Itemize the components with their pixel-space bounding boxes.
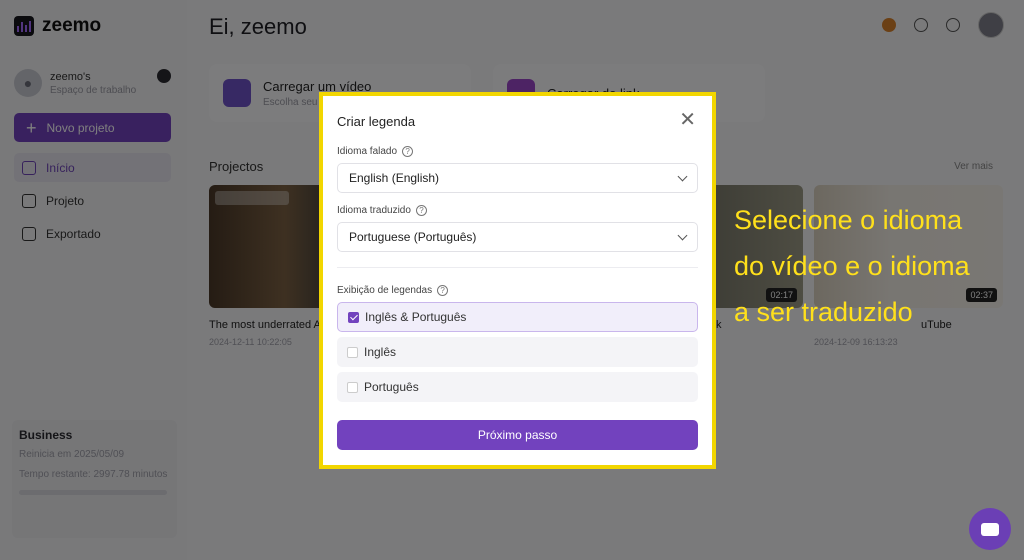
close-icon[interactable]: ✕ — [679, 110, 696, 130]
help-icon[interactable]: ? — [402, 146, 414, 157]
spoken-language-text: Idioma falado — [337, 146, 398, 157]
caption-line: a ser traduzido — [734, 297, 913, 327]
translated-language-text: Idioma traduzido — [337, 205, 411, 216]
chevron-down-icon — [677, 171, 688, 181]
translated-language-label: Idioma traduzido ? — [337, 205, 427, 216]
dialog-title: Criar legenda — [337, 114, 416, 129]
checkbox-checked[interactable] — [348, 311, 359, 323]
subtitle-display-text: Exibição de legendas — [337, 285, 433, 296]
caption-line: do vídeo e o idioma — [734, 251, 970, 281]
help-icon[interactable]: ? — [437, 285, 449, 296]
option-label: Inglês — [364, 345, 397, 359]
subtitle-display-label: Exibição de legendas ? — [337, 285, 449, 296]
create-subtitle-dialog: Criar legenda ✕ Idioma falado ? English … — [319, 92, 716, 469]
help-icon[interactable]: ? — [415, 205, 427, 216]
option-label: Português — [364, 380, 419, 394]
caption-line: Selecione o idioma — [734, 205, 963, 235]
tutorial-caption: Selecione o idioma do vídeo e o idioma a… — [734, 197, 970, 335]
translated-language-select[interactable]: Portuguese (Português) — [337, 222, 698, 252]
checkbox[interactable] — [347, 381, 358, 393]
translated-language-value: Portuguese (Português) — [349, 230, 477, 244]
spoken-language-select[interactable]: English (English) — [337, 163, 698, 193]
chat-icon — [981, 522, 999, 536]
chevron-down-icon — [677, 230, 688, 240]
checkbox[interactable] — [347, 346, 358, 358]
spoken-language-value: English (English) — [349, 171, 440, 185]
divider — [337, 267, 698, 268]
option-label: Inglês & Português — [365, 310, 467, 324]
spoken-language-label: Idioma falado ? — [337, 146, 414, 157]
chat-button[interactable] — [969, 508, 1011, 550]
option-english[interactable]: Inglês — [337, 337, 698, 367]
option-bilingual[interactable]: Inglês & Português — [337, 302, 698, 332]
option-portuguese[interactable]: Português — [337, 372, 698, 402]
next-step-button[interactable]: Próximo passo — [337, 420, 698, 450]
